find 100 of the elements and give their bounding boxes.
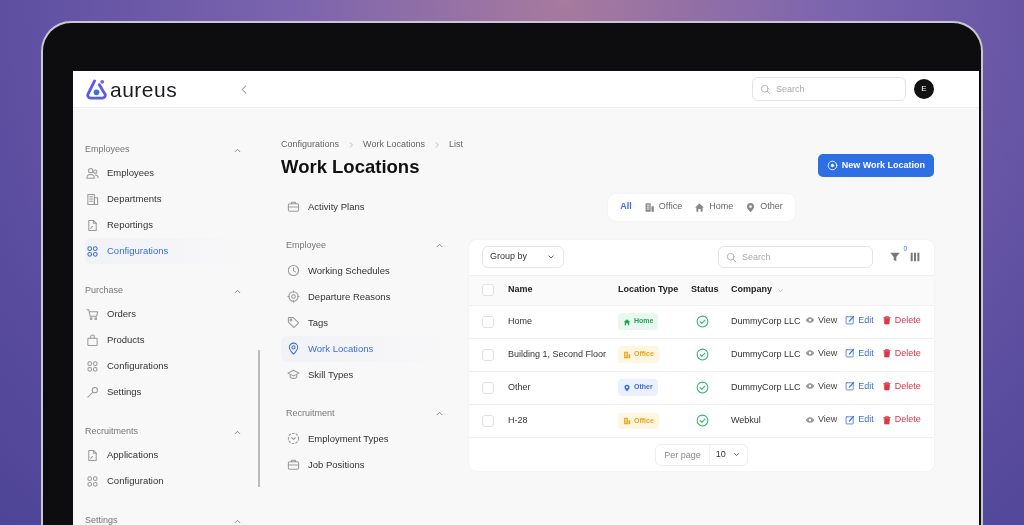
row-action-link[interactable]: Edit: [845, 412, 874, 427]
edit-icon: [845, 381, 856, 392]
table-cell: Webkul: [731, 415, 761, 426]
table-cell: Home: [508, 315, 532, 326]
user-avatar[interactable]: E: [914, 79, 934, 99]
eye-icon: [804, 414, 815, 425]
sidebar-item[interactable]: Departments: [85, 186, 249, 212]
wrench-icon: [86, 385, 99, 399]
row-action-link[interactable]: Edit: [845, 379, 874, 394]
eye-icon: [804, 381, 815, 392]
tag-icon: [287, 316, 300, 330]
row-checkbox[interactable]: [482, 381, 494, 394]
sidebar-item[interactable]: Configurations: [85, 353, 249, 379]
subnav-item[interactable]: Activity Plans: [281, 193, 451, 220]
row-action-link[interactable]: View: [804, 412, 838, 427]
row-action-link[interactable]: Edit: [845, 346, 874, 361]
building-icon: [643, 201, 655, 213]
logo-icon: [86, 78, 107, 100]
row-action-link[interactable]: View: [804, 379, 838, 394]
shopping-bag-icon: [86, 333, 99, 347]
house-icon: [623, 317, 631, 326]
subnav-group-title: Recruitment: [286, 406, 335, 420]
sidebar-item[interactable]: Orders: [85, 301, 249, 327]
search-field[interactable]: Search: [752, 77, 906, 101]
filter-icon: [889, 251, 901, 264]
subnav-item[interactable]: Tags: [281, 309, 451, 336]
table-cell: Other: [508, 381, 531, 392]
row-checkbox[interactable]: [482, 315, 494, 328]
new-work-location-button[interactable]: New Work Location: [817, 153, 934, 177]
row-action-link[interactable]: View: [804, 346, 838, 361]
sidebar-item[interactable]: Employees: [85, 160, 249, 186]
breadcrumb-item[interactable]: Configurations: [281, 138, 340, 152]
page-title: Work Locations: [281, 155, 420, 178]
table-search-field[interactable]: Search: [718, 246, 873, 269]
trash-icon: [881, 348, 892, 359]
select-all-checkbox[interactable]: [482, 284, 494, 297]
eye-icon: [804, 348, 815, 359]
graduation-cap-icon: [287, 368, 300, 382]
users-icon: [86, 166, 99, 180]
building-icon: [623, 416, 631, 425]
per-page-selector[interactable]: Per page 10: [655, 443, 748, 466]
sidebar-group-title: Purchase: [85, 284, 124, 298]
briefcase-icon: [287, 200, 300, 214]
briefcase-icon: [287, 458, 300, 472]
row-action-link[interactable]: Delete: [881, 346, 921, 361]
grid-icon: [86, 474, 99, 488]
filter-tab[interactable]: Other: [739, 200, 789, 214]
edit-icon: [845, 414, 856, 425]
building-icon: [623, 350, 631, 359]
sidebar-group-title: Recruitments: [85, 425, 138, 439]
dashed-circle-icon: [287, 432, 300, 446]
row-action-link[interactable]: Delete: [881, 412, 921, 427]
columns-button[interactable]: [909, 251, 921, 264]
subnav-item[interactable]: Employment Types: [281, 425, 451, 452]
row-action-link[interactable]: Delete: [881, 379, 921, 394]
row-action-link[interactable]: View: [804, 313, 838, 328]
grid-icon: [86, 359, 99, 373]
breadcrumb-item[interactable]: Work Locations: [363, 138, 425, 152]
plus-circle-icon: [826, 159, 838, 171]
filter-tab[interactable]: Home: [688, 200, 740, 214]
per-page-dropdown[interactable]: 10: [709, 447, 747, 462]
filter-tab[interactable]: Office: [637, 200, 689, 214]
table-cell: DummyCorp LLC: [731, 315, 801, 326]
sidebar-item[interactable]: Configuration: [85, 468, 249, 494]
subnav-item[interactable]: Skill Types: [281, 361, 451, 388]
badge-icon: [287, 290, 300, 304]
row-action-link[interactable]: Delete: [881, 313, 921, 328]
location-pin-icon: [287, 342, 300, 356]
cart-icon: [86, 307, 99, 321]
sidebar-item[interactable]: Settings: [85, 379, 249, 405]
table-cell: DummyCorp LLC: [731, 381, 801, 392]
sidebar-item[interactable]: Reportings: [85, 212, 249, 238]
column-header: Location Type: [618, 283, 679, 297]
scrollbar-thumb[interactable]: [258, 350, 260, 487]
trash-icon: [881, 315, 892, 326]
grid-icon: [86, 244, 99, 258]
group-by-dropdown[interactable]: Group by: [482, 246, 564, 269]
document-icon: [86, 448, 99, 462]
table-cell: H-28: [508, 415, 528, 426]
trash-icon: [881, 414, 892, 425]
row-checkbox[interactable]: [482, 348, 494, 361]
filter-tab[interactable]: All: [614, 200, 638, 214]
logo-text: aureus: [110, 78, 178, 100]
edit-icon: [845, 315, 856, 326]
table-cell: Building 1, Second Floor: [508, 348, 607, 359]
subnav-item[interactable]: Working Schedules: [281, 257, 451, 284]
row-checkbox[interactable]: [482, 414, 494, 427]
subnav-item[interactable]: Departure Reasons: [281, 283, 451, 310]
sidebar-item[interactable]: Products: [85, 327, 249, 353]
location-pin-icon: [745, 201, 757, 213]
house-icon: [694, 201, 706, 213]
sidebar-group-title: Settings: [85, 514, 118, 525]
location-pin-icon: [623, 383, 631, 392]
sidebar-item[interactable]: Applications: [85, 442, 249, 468]
eye-icon: [804, 315, 815, 326]
subnav-group-title: Employee: [286, 238, 327, 252]
subnav-item[interactable]: Job Positions: [281, 451, 451, 478]
column-header: Name: [508, 283, 533, 297]
clock-icon: [287, 264, 300, 278]
row-action-link[interactable]: Edit: [845, 313, 874, 328]
